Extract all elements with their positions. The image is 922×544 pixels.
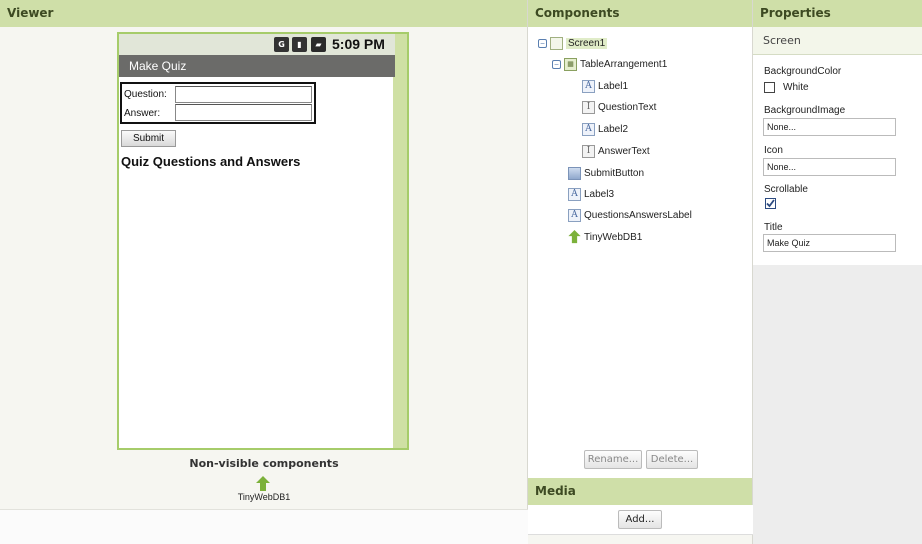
tree-item-label: Label3 <box>584 188 615 200</box>
questions-answers-label: Quiz Questions and Answers <box>121 154 301 169</box>
media-panel: Media Add... <box>528 478 753 544</box>
tree-item-label1[interactable]: A Label1 <box>582 78 628 94</box>
phone-status-bar: G ▮ ▰ 5:09 PM <box>119 34 395 55</box>
title-label: Title <box>764 222 783 233</box>
label-icon: A <box>582 79 595 93</box>
tree-item-label: TinyWebDB1 <box>584 231 643 243</box>
tree-item-label: SubmitButton <box>584 167 645 179</box>
status-time: 5:09 PM <box>332 36 385 52</box>
tree-item-label: QuestionsAnswersLabel <box>584 209 692 221</box>
submit-button[interactable]: Submit <box>121 130 176 147</box>
properties-body: BackgroundColor White BackgroundImage No… <box>753 55 922 265</box>
add-media-button[interactable]: Add... <box>618 510 662 529</box>
components-header: Components <box>528 0 752 27</box>
tree-item-tinywebdb1[interactable]: TinyWebDB1 <box>568 229 642 245</box>
answer-label: Answer: <box>124 108 161 119</box>
tree-item-label: AnswerText <box>598 145 650 157</box>
textbox-icon: I <box>582 144 595 158</box>
textbox-icon: I <box>582 100 595 114</box>
screen-icon <box>550 36 563 50</box>
background-color-value[interactable]: White <box>783 82 809 93</box>
components-panel: Components − Screen1 − ▦ TableArrangemen… <box>528 0 753 478</box>
tree-item-answertext[interactable]: I AnswerText <box>582 143 650 159</box>
tree-item-submitbutton[interactable]: SubmitButton <box>568 165 644 181</box>
table-arrangement[interactable]: Question: Answer: <box>120 82 316 124</box>
viewer-panel: Viewer G ▮ ▰ 5:09 PM Make Quiz Question:… <box>0 0 528 509</box>
question-textbox[interactable] <box>175 86 312 103</box>
icon-field[interactable]: None... <box>763 158 896 176</box>
viewer-header: Viewer <box>0 0 527 27</box>
delete-button[interactable]: Delete... <box>646 450 698 469</box>
background-color-swatch[interactable] <box>764 82 775 93</box>
answer-textbox[interactable] <box>175 104 312 121</box>
tree-item-label: Label1 <box>598 80 629 92</box>
rename-button[interactable]: Rename... <box>584 450 642 469</box>
viewer-footer <box>0 509 528 544</box>
tree-item-label2[interactable]: A Label2 <box>582 121 628 137</box>
background-image-label: BackgroundImage <box>764 105 846 116</box>
phone-scroll-strip <box>393 34 407 448</box>
battery-icon: ▰ <box>311 37 326 52</box>
tree-item-questionsanswerslabel[interactable]: A QuestionsAnswersLabel <box>568 207 692 223</box>
tree-item-label3[interactable]: A Label3 <box>568 186 614 202</box>
collapse-icon[interactable]: − <box>552 59 561 69</box>
tree-item-label: Label2 <box>598 123 629 135</box>
table-arrangement-icon: ▦ <box>564 57 577 71</box>
nonvisible-components-title: Non-visible components <box>189 457 339 470</box>
nonvisible-item-label[interactable]: TinyWebDB1 <box>0 492 528 502</box>
properties-panel: Properties Screen BackgroundColor White … <box>753 0 922 544</box>
collapse-icon[interactable]: − <box>538 38 547 48</box>
button-icon <box>568 166 581 180</box>
background-image-field[interactable]: None... <box>763 118 896 136</box>
label-icon: A <box>582 122 595 136</box>
tree-item-label: TableArrangement1 <box>580 58 668 70</box>
tree-item-tablearrangement1[interactable]: − ▦ TableArrangement1 <box>552 56 667 72</box>
app-title-bar: Make Quiz <box>119 55 395 77</box>
scrollable-label: Scrollable <box>764 184 808 195</box>
background-color-label: BackgroundColor <box>764 66 842 77</box>
properties-component-name: Screen <box>753 27 922 55</box>
tree-item-label: Screen1 <box>566 37 608 49</box>
icon-label: Icon <box>764 145 783 156</box>
label-icon: A <box>568 187 581 201</box>
scrollable-checkbox[interactable] <box>765 198 776 209</box>
tinywebdb-icon <box>568 230 581 244</box>
tinywebdb-icon[interactable] <box>256 476 270 492</box>
phone-preview[interactable]: G ▮ ▰ 5:09 PM Make Quiz Question: Answer… <box>117 32 409 450</box>
network-g-icon: G <box>274 37 289 52</box>
media-header: Media <box>528 478 752 505</box>
title-field[interactable]: Make Quiz <box>763 234 896 252</box>
tree-item-questiontext[interactable]: I QuestionText <box>582 99 656 115</box>
tree-item-label: QuestionText <box>598 101 657 113</box>
label-icon: A <box>568 208 581 222</box>
properties-header: Properties <box>753 0 922 27</box>
question-label: Question: <box>124 89 167 100</box>
tree-item-screen1[interactable]: − Screen1 <box>538 35 608 51</box>
signal-icon: ▮ <box>292 37 307 52</box>
